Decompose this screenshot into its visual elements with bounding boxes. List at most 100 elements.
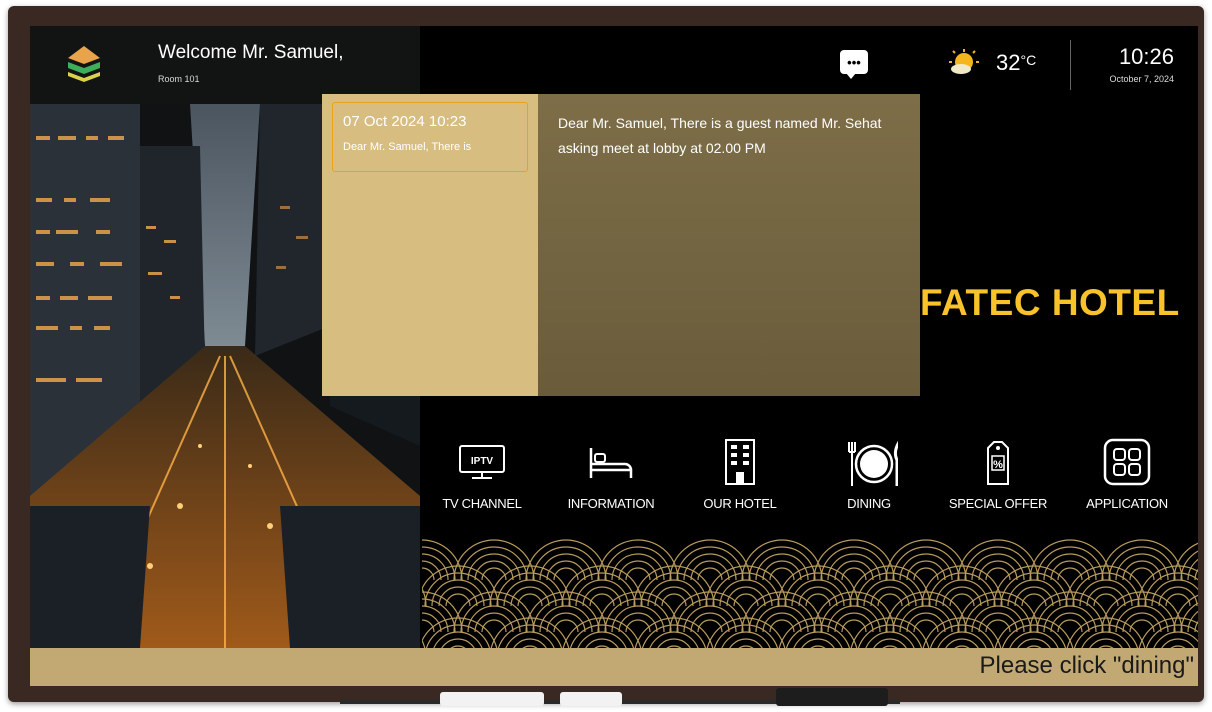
notification-datetime: 07 Oct 2024 10:23 <box>343 113 467 130</box>
ticker-bar: Please click "dining" <box>30 648 1198 686</box>
pattern-arc <box>657 638 691 648</box>
pattern-arc <box>474 560 514 581</box>
pattern-arc <box>873 638 907 648</box>
pattern-arc <box>690 560 730 581</box>
pattern-arc <box>870 586 910 607</box>
pattern-arc <box>1122 560 1162 581</box>
pattern-arc <box>1158 586 1198 607</box>
decorative-pattern <box>422 539 1198 648</box>
iptv-icon-text: IPTV <box>471 456 494 467</box>
pattern-arc <box>589 593 615 607</box>
pattern-arc <box>1050 560 1090 581</box>
pattern-arc <box>422 539 463 581</box>
pattern-arc <box>546 612 586 633</box>
tv-stand-right <box>560 692 622 706</box>
pattern-arc <box>445 593 471 607</box>
pattern-arc <box>877 593 903 607</box>
pattern-arc <box>713 624 779 648</box>
pattern-arc <box>1122 612 1162 633</box>
pattern-arc <box>1153 631 1198 648</box>
tv-iptv-icon: IPTV <box>459 445 505 479</box>
pattern-arc <box>585 638 619 648</box>
menu-item-our-hotel[interactable]: OUR HOTEL <box>685 438 795 518</box>
notification-message: Dear Mr. Samuel, There is a guest named … <box>558 115 882 156</box>
pattern-arc <box>1129 619 1155 633</box>
pattern-arc <box>1086 586 1126 607</box>
pattern-arc <box>438 586 478 607</box>
notification-preview: Dear Mr. Samuel, There is <box>343 141 472 153</box>
pattern-arc <box>569 624 635 648</box>
pattern-arc <box>769 619 795 633</box>
pattern-arc <box>834 560 874 581</box>
apps-grid-icon <box>1103 438 1151 486</box>
menu-item-information[interactable]: INFORMATION <box>556 438 666 518</box>
pattern-arc <box>1021 593 1047 607</box>
pattern-arc <box>422 619 435 633</box>
pattern-arc <box>841 619 867 633</box>
pattern-arc <box>422 639 426 648</box>
pattern-arc <box>582 586 622 607</box>
pattern-arc <box>929 624 995 648</box>
pattern-arc <box>654 586 694 607</box>
pattern-arc <box>422 567 435 581</box>
pattern-arc <box>625 619 651 633</box>
pattern-arc <box>510 586 550 607</box>
pattern-arc <box>422 591 463 633</box>
pattern-arc <box>906 612 946 633</box>
pattern-arc <box>1161 638 1195 648</box>
pattern-arc <box>801 638 835 648</box>
pattern-arc <box>441 638 475 648</box>
pattern-arc <box>985 619 1011 633</box>
pattern-arc <box>913 619 939 633</box>
pattern-arc <box>729 638 763 648</box>
pattern-arc <box>769 567 795 581</box>
pattern-arc <box>906 560 946 581</box>
tv-stand-base <box>776 688 888 706</box>
pattern-arc <box>553 567 579 581</box>
menu-label: DINING <box>847 496 891 511</box>
pattern-arc <box>733 593 759 607</box>
notification-list-item[interactable]: 07 Oct 2024 10:23 Dear Mr. Samuel, There… <box>332 102 528 172</box>
menu-label: APPLICATION <box>1086 496 1168 511</box>
pattern-arc <box>618 612 658 633</box>
menu-label: INFORMATION <box>567 496 655 511</box>
pattern-arc <box>1093 593 1119 607</box>
pattern-arc <box>1014 586 1054 607</box>
menu-label: TV CHANNEL <box>442 496 522 511</box>
welcome-text: Welcome Mr. Samuel, <box>158 42 344 63</box>
pattern-arc <box>949 593 975 607</box>
pattern-arc <box>697 619 723 633</box>
temperature: 32°C <box>996 50 1036 76</box>
pattern-arc <box>785 624 851 648</box>
pattern-arc <box>913 567 939 581</box>
pattern-arc <box>1165 593 1191 607</box>
pattern-arc <box>618 560 658 581</box>
menu-item-dining[interactable]: DINING <box>814 438 924 518</box>
hotel-name: FATEC HOTEL <box>920 282 1180 323</box>
pattern-arc <box>945 638 979 648</box>
menu-item-special-offer[interactable]: % SPECIAL OFFER <box>943 438 1053 518</box>
chat-bubble-icon[interactable]: ••• <box>840 50 868 79</box>
room-number: Room 101 <box>158 74 200 84</box>
pattern-arc <box>1057 619 1083 633</box>
offer-icon-text: % <box>993 459 1003 471</box>
clock-date: October 7, 2024 <box>1109 74 1174 84</box>
pattern-arc <box>517 593 543 607</box>
pattern-arc <box>985 567 1011 581</box>
ticker-text: Please click "dining" <box>979 652 1194 679</box>
pattern-arc <box>697 567 723 581</box>
notification-list: 07 Oct 2024 10:23 Dear Mr. Samuel, There… <box>322 94 538 396</box>
pattern-arc <box>1050 612 1090 633</box>
main-menu: IPTV TV CHANNEL INFORMATION OUR HOTEL DI… <box>422 438 1198 518</box>
price-tag-icon: % <box>987 441 1009 485</box>
menu-item-tv-channel[interactable]: IPTV TV CHANNEL <box>427 438 537 518</box>
pattern-arc <box>546 560 586 581</box>
menu-item-application[interactable]: APPLICATION <box>1072 438 1182 518</box>
temperature-value: 32 <box>996 50 1021 75</box>
pattern-arc <box>1001 624 1067 648</box>
temperature-unit: °C <box>1020 52 1037 68</box>
hotel-logo-icon <box>68 46 100 82</box>
pattern-arc <box>1138 617 1198 648</box>
pattern-arc <box>497 624 563 648</box>
pattern-arc <box>1089 638 1123 648</box>
